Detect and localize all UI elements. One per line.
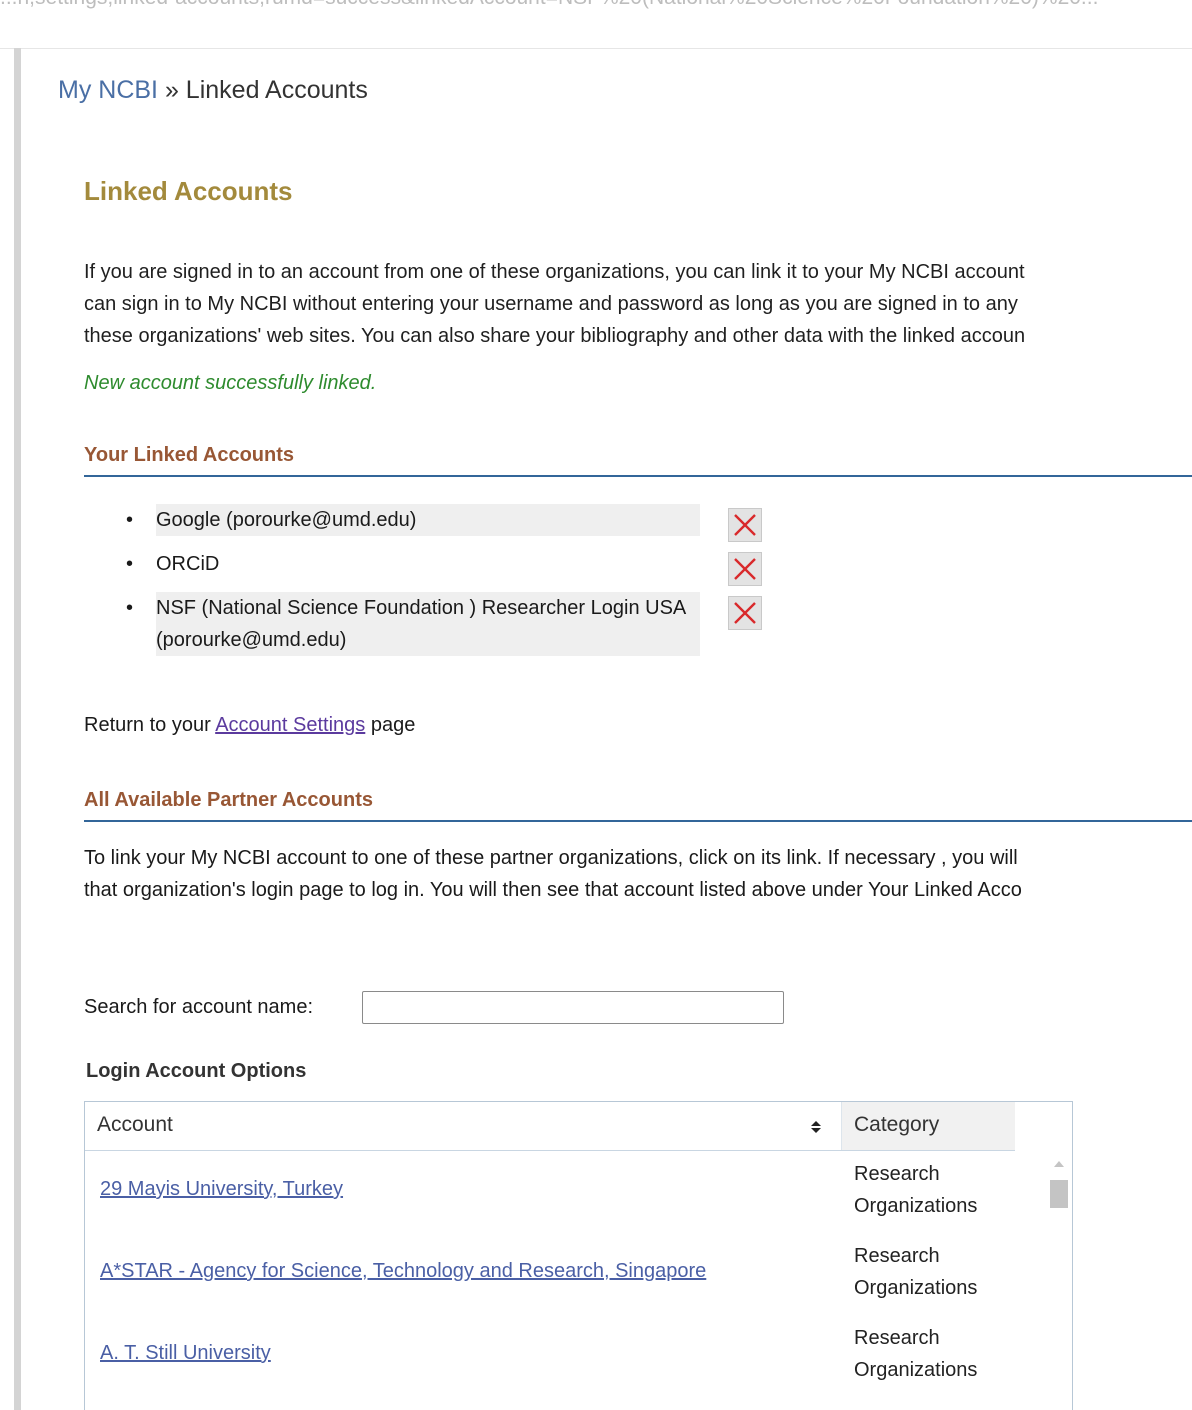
partner-instructions-line: that organization's login page to log in… [84,879,1022,901]
linked-account-item: • ORCiD [114,548,762,586]
red-x-icon [734,558,756,580]
partner-instructions: To link your My NCBI account to one of t… [84,842,1192,906]
table-scrollbar[interactable] [1047,1154,1071,1410]
scrollbar-thumb[interactable] [1050,1180,1068,1208]
column-header-category-label: Category [854,1113,940,1136]
table-row: A. T. Still University Research Organiza… [85,1314,1015,1396]
bullet-icon: • [126,509,134,531]
linked-account-item: • NSF (National Science Foundation ) Res… [114,592,762,656]
left-rail [14,48,21,1410]
login-account-options-title: Login Account Options [86,1060,307,1082]
table-row: 29 Mayis University, Turkey Research Org… [85,1150,1015,1232]
account-category: Research Organizations [854,1163,978,1217]
search-account-label: Search for account name: [84,996,314,1018]
search-account-input[interactable] [362,991,784,1024]
intro-line: If you are signed in to an account from … [84,261,1025,283]
account-settings-link[interactable]: Account Settings [215,714,365,736]
account-category: Research Organizations [854,1245,978,1299]
success-message: New account successfully linked. [84,372,377,394]
page-title: Linked Accounts [84,176,293,206]
intro-line: these organizations' web sites. You can … [84,325,1026,347]
login-account-options-table: Account Category 29 Mayis University, Tu… [84,1101,1073,1410]
linked-account-item: • Google (porourke@umd.edu) [114,504,762,542]
linked-account-label: NSF (National Science Foundation ) Resea… [156,592,700,656]
return-prefix: Return to your [84,714,216,736]
delete-linked-account-button[interactable] [728,508,762,542]
delete-linked-account-button[interactable] [728,596,762,630]
sort-icon [811,1121,821,1133]
partner-accounts-heading: All Available Partner Accounts [84,789,1192,822]
intro-line: can sign in to My NCBI without entering … [84,293,1018,315]
red-x-icon [734,602,756,624]
return-suffix: page [365,714,416,736]
table-row: A*STAR - Agency for Science, Technology … [85,1232,1015,1314]
bullet-icon: • [126,597,134,619]
account-link[interactable]: A*STAR - Agency for Science, Technology … [100,1260,706,1283]
partner-instructions-line: To link your My NCBI account to one of t… [84,847,1018,869]
bullet-icon: • [126,553,134,575]
account-category: Research Organizations [854,1327,978,1381]
column-header-category[interactable]: Category [841,1102,1015,1150]
table-header: Account Category [85,1102,1015,1151]
column-header-account-label: Account [97,1113,173,1136]
intro-paragraph: If you are signed in to an account from … [84,256,1192,352]
linked-account-label: ORCiD [156,553,220,575]
column-header-account[interactable]: Account [85,1102,841,1150]
account-link[interactable]: 29 Mayis University, Turkey [100,1178,343,1201]
red-x-icon [734,514,756,536]
main-content: Linked Accounts If you are signed in to … [84,0,1192,1410]
return-line: Return to your Account Settings page [84,714,415,737]
scroll-up-arrow-icon[interactable] [1053,1160,1065,1168]
linked-account-label: Google (porourke@umd.edu) [156,504,700,536]
account-link[interactable]: A. T. Still University [100,1342,271,1365]
linked-accounts-heading: Your Linked Accounts [84,444,1192,477]
linked-accounts-list: • Google (porourke@umd.edu) • ORCiD • NS… [114,504,762,656]
delete-linked-account-button[interactable] [728,552,762,586]
